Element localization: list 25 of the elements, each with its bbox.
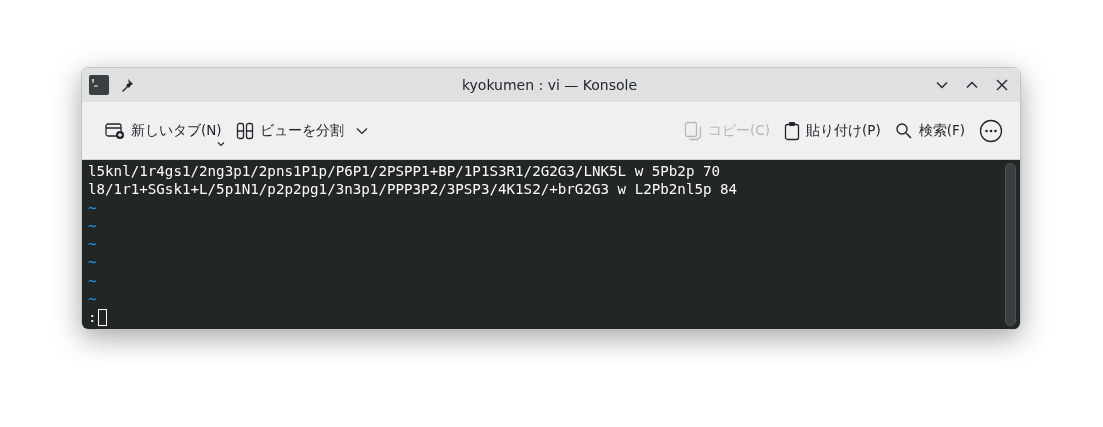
empty-line-marker: ~ <box>88 216 98 236</box>
window-title: kyokumen : vi — Konsole <box>461 77 638 93</box>
more-icon <box>979 118 1003 143</box>
split-button[interactable]: ビューを分割 <box>230 117 373 144</box>
copy-icon <box>684 120 703 141</box>
empty-line-marker: ~ <box>88 290 98 309</box>
split-view-icon <box>235 121 254 140</box>
empty-line-marker: ~ <box>88 253 98 272</box>
terminal-area[interactable]: l5knl/1r4gs1/2ng3p1/2pns1P1p/P6P1/2PSPP1+BP/1P1S3R1/2G2G3/LNK5L w 5Pb2p 70 l8/1r1+SGsk1+L/5p1N1/p2p2pg1/3n3p1/PPP3P2/3PSP3/4K1S2/+brG2G3 w L2Pb2nl5p 84 ~ ~ ~ ~ ~ ~ : <box>82 160 1020 329</box>
search-button[interactable]: 検索(F) <box>889 117 970 144</box>
close-icon[interactable] <box>994 77 1010 93</box>
scrollbar[interactable] <box>1005 163 1016 326</box>
empty-line-marker: ~ <box>88 235 98 254</box>
new-tab-icon <box>105 121 125 140</box>
command-prompt: : <box>88 308 97 327</box>
search-icon <box>894 121 913 140</box>
empty-line-marker: ~ <box>88 271 98 291</box>
paste-button[interactable]: 貼り付け(P) <box>779 116 886 145</box>
empty-line-marker: ~ <box>88 198 98 217</box>
text-cursor <box>97 309 107 326</box>
clipboard-icon <box>784 120 800 141</box>
terminal-line: l8/1r1+SGsk1+L/5p1N1/p2p2pg1/3n3p1/PPP3P2/3PSP3/4K1S2/+brG2G3 w L2Pb2nl5p 84 <box>88 180 739 199</box>
terminal-icon[interactable] <box>89 75 109 95</box>
terminal-line: l5knl/1r4gs1/2ng3p1/2pns1P1p/P6P1/2PSPP1+BP/1P1S3R1/2G2G3/LNK5L w 5Pb2p 70 <box>88 162 722 181</box>
new-tab-button[interactable]: 新しいタブ(N) <box>100 117 227 144</box>
